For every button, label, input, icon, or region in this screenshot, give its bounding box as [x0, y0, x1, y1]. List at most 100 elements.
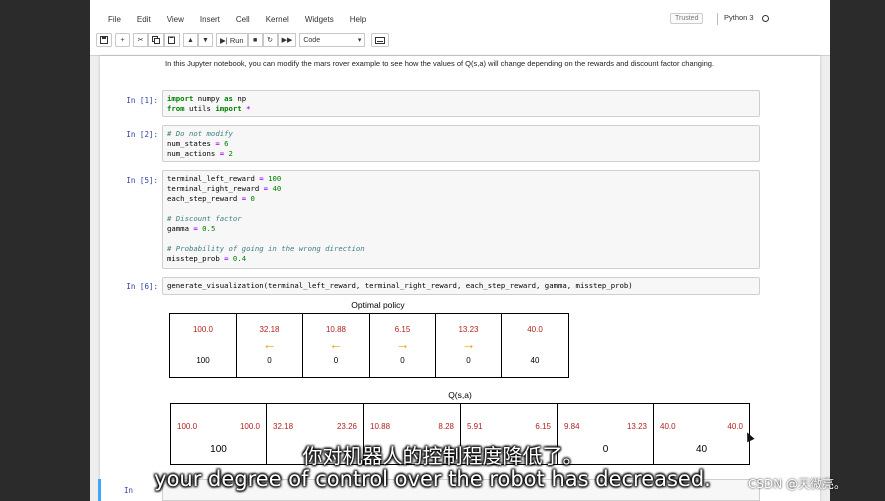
menu-kernel[interactable]: Kernel: [258, 12, 297, 28]
menu-help[interactable]: Help: [342, 12, 374, 28]
policy-state-6: 40.0 40: [502, 314, 568, 377]
code-cell-parameters[interactable]: terminal_left_reward = 100 terminal_righ…: [162, 170, 760, 269]
menu-bar: File Edit View Insert Cell Kernel Widget…: [100, 12, 374, 28]
restart-button[interactable]: ↻: [262, 33, 278, 47]
kernel-name[interactable]: Python 3: [724, 13, 754, 22]
code-token: as: [224, 94, 233, 103]
code-token: np: [232, 94, 247, 103]
jupyter-page: File Edit View Insert Cell Kernel Widget…: [90, 0, 830, 501]
stop-icon: ■: [252, 36, 258, 44]
q-left: 10.88: [370, 422, 391, 431]
menu-cell[interactable]: Cell: [228, 12, 258, 28]
state-reward: 10.88: [325, 325, 347, 334]
menu-widgets[interactable]: Widgets: [297, 12, 342, 28]
cell-prompt: In [1]:: [126, 96, 158, 105]
code-cell-constants[interactable]: # Do not modify num_states = 6 num_actio…: [162, 125, 760, 162]
code-cell-visualize[interactable]: generate_visualization(terminal_left_rew…: [162, 277, 760, 295]
code-token: 40: [268, 184, 282, 193]
cell-prompt: In [2]:: [126, 130, 158, 139]
save-icon: [100, 36, 108, 44]
code-comment: # Do not modify: [167, 129, 233, 138]
code-token: 100: [263, 174, 282, 183]
kernel-status-icon: [762, 15, 769, 22]
code-token: gamma: [167, 224, 194, 233]
copy-icon: [152, 36, 160, 44]
step-forward-icon: ▶|: [220, 35, 228, 45]
code-token: generate_visualization(terminal_left_rew…: [167, 281, 633, 290]
menu-file[interactable]: File: [100, 12, 129, 28]
code-token: 0.4: [228, 254, 247, 263]
q-right: 100.0: [239, 422, 260, 431]
code-cell-imports[interactable]: import numpy as np from utils import *: [162, 90, 760, 117]
cell-type-value: Code: [303, 36, 321, 44]
move-up-button[interactable]: ▲: [183, 33, 198, 47]
q-right: 40.0: [727, 422, 743, 431]
menu-edit[interactable]: Edit: [129, 12, 159, 28]
restart-icon: ↻: [267, 37, 274, 44]
code-token: import: [167, 94, 194, 103]
q-left: 40.0: [660, 422, 676, 431]
interrupt-button[interactable]: ■: [247, 33, 263, 47]
cell-prompt: In [6]:: [126, 282, 158, 291]
code-token: 6: [219, 139, 229, 148]
notebook-header: File Edit View Insert Cell Kernel Widget…: [90, 0, 830, 56]
move-down-button[interactable]: ▼: [198, 33, 213, 47]
state-value: 0: [466, 356, 471, 365]
policy-state-1: 100.0 100: [170, 314, 237, 377]
code-token: *: [241, 104, 251, 113]
q-left: 100.0: [177, 422, 198, 431]
code-token: terminal_left_reward: [167, 174, 260, 183]
scissors-icon: ✂: [137, 37, 144, 44]
state-reward: 40.0: [527, 325, 543, 334]
policy-state-3: 10.88 ← 0: [303, 314, 370, 377]
policy-state-2: 32.18 ← 0: [237, 314, 303, 377]
q-right: 13.23: [626, 422, 647, 431]
notebook-container: In this Jupyter notebook, you can modify…: [98, 56, 820, 501]
keyboard-icon: [375, 36, 386, 44]
state-value: 0: [267, 356, 272, 365]
policy-title: Optimal policy: [351, 300, 405, 310]
code-token: from: [167, 104, 185, 113]
policy-grid: 100.0 100 32.18 ← 0 10.88 ← 0 6.15 → 0 1…: [169, 313, 569, 378]
state-reward: 6.15: [394, 325, 411, 334]
trusted-indicator[interactable]: Trusted: [670, 13, 704, 24]
arrow-left-icon: ←: [262, 336, 277, 352]
plus-icon: +: [120, 36, 125, 44]
code-token: 2: [224, 149, 233, 158]
state-reward: 13.23: [458, 325, 479, 334]
state-value: 40: [530, 356, 540, 365]
code-comment: # Discount factor: [167, 214, 242, 223]
save-button[interactable]: [96, 33, 112, 47]
code-token: import: [215, 104, 242, 113]
run-button[interactable]: ▶| Run: [216, 33, 248, 47]
code-comment: # Probability of going in the wrong dire…: [167, 244, 365, 253]
policy-state-4: 6.15 → 0: [370, 314, 436, 377]
cell-prompt: In [5]:: [126, 176, 158, 185]
arrow-left-icon: ←: [329, 336, 343, 352]
subtitle-english: your degree of control over the robot ha…: [154, 467, 711, 491]
paste-button[interactable]: [164, 33, 180, 47]
video-frame-right: [830, 0, 885, 501]
code-token: misstep_prob: [167, 254, 225, 263]
q-left: 9.84: [564, 422, 580, 431]
video-frame-left: [0, 0, 90, 501]
insert-cell-button[interactable]: +: [115, 33, 130, 47]
state-reward: 100.0: [192, 325, 214, 334]
cell-type-select[interactable]: Code ▾: [299, 33, 366, 47]
copy-button[interactable]: [148, 33, 164, 47]
q-right: 6.15: [535, 422, 551, 431]
state-value: 100: [196, 356, 210, 365]
toolbar: + ✂ ▲ ▼ ▶| Run ■ ↻ ▶▶ Code ▾: [96, 32, 392, 48]
subtitle-chinese: 你对机器人的控制程度降低了。: [302, 444, 583, 468]
code-token: 0.5: [197, 224, 216, 233]
paste-icon: [168, 36, 175, 44]
restart-run-all-button[interactable]: ▶▶: [277, 33, 297, 47]
q-left: 32.18: [273, 422, 294, 431]
watermark: CSDN @天微亮。: [748, 477, 847, 491]
cut-button[interactable]: ✂: [133, 33, 148, 47]
arrow-right-icon: →: [395, 336, 410, 352]
command-palette-button[interactable]: [371, 33, 390, 47]
arrow-up-icon: ▲: [187, 36, 194, 44]
menu-view[interactable]: View: [159, 12, 192, 28]
menu-insert[interactable]: Insert: [192, 12, 228, 28]
